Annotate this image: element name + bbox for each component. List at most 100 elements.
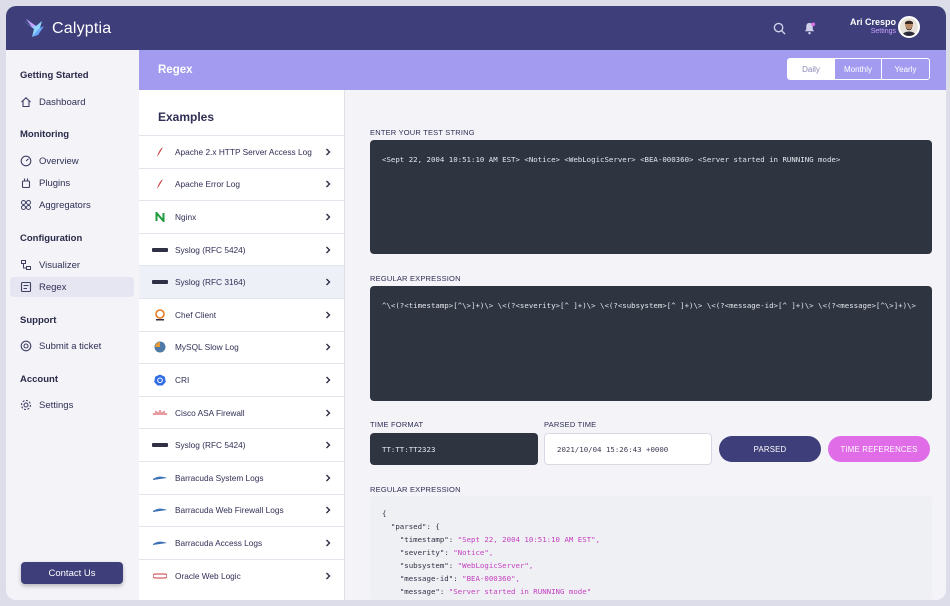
barracuda-icon bbox=[152, 536, 168, 550]
chevron-right-icon bbox=[326, 278, 331, 286]
example-label: MySQL Slow Log bbox=[175, 342, 239, 353]
test-string-label: ENTER YOUR TEST STRING bbox=[370, 128, 475, 137]
home-icon bbox=[21, 97, 31, 108]
example-item-chef-client[interactable]: Chef Client bbox=[139, 297, 344, 331]
json-key: "severity" bbox=[399, 548, 445, 557]
bell-icon[interactable] bbox=[800, 19, 818, 37]
test-string-input[interactable]: <Sept 22, 2004 10:51:10 AM EST> <Notice>… bbox=[370, 140, 932, 254]
app-name: Calyptia bbox=[52, 20, 112, 37]
chevron-right-icon bbox=[326, 506, 331, 514]
example-label: Syslog (RFC 5424) bbox=[175, 440, 246, 451]
examples-list: Apache 2.x HTTP Server Access Log Apache… bbox=[139, 135, 344, 591]
user-menu[interactable]: Ari Crespo Settings bbox=[850, 17, 896, 35]
contact-us-button[interactable]: Contact Us bbox=[21, 562, 123, 584]
bird-logo-icon bbox=[22, 19, 44, 37]
period-yearly-button[interactable]: Yearly bbox=[882, 59, 929, 79]
chevron-right-icon bbox=[326, 148, 331, 156]
sidebar-item-plugins[interactable]: Plugins bbox=[10, 173, 134, 193]
logo[interactable]: Calyptia bbox=[20, 16, 111, 42]
syslog-icon bbox=[152, 243, 168, 257]
cisco-icon bbox=[152, 406, 168, 420]
chevron-right-icon bbox=[326, 180, 331, 188]
plugin-icon bbox=[21, 178, 31, 189]
example-item-syslog-5424-b[interactable]: Syslog (RFC 5424) bbox=[139, 428, 344, 461]
sidebar-item-regex[interactable]: Regex bbox=[10, 277, 134, 297]
barracuda-icon bbox=[152, 503, 168, 517]
example-item-apache-access[interactable]: Apache 2.x HTTP Server Access Log bbox=[139, 135, 344, 168]
chevron-right-icon bbox=[326, 311, 331, 319]
avatar[interactable] bbox=[898, 16, 920, 38]
sidebar-item-label: Visualizer bbox=[39, 259, 81, 271]
apache-feather-icon bbox=[152, 177, 168, 191]
example-label: Oracle Web Logic bbox=[175, 570, 241, 581]
parsed-time-label: PARSED TIME bbox=[544, 420, 597, 429]
parsed-output: { "parsed": { "timestamp": "Sept 22, 200… bbox=[370, 496, 932, 600]
sidebar-item-submit-ticket[interactable]: Submit a ticket bbox=[10, 336, 134, 356]
sidebar-item-aggregators[interactable]: Aggregators bbox=[10, 195, 134, 215]
example-item-apache-error[interactable]: Apache Error Log bbox=[139, 167, 344, 201]
example-item-nginx[interactable]: Nginx bbox=[139, 200, 344, 233]
chevron-right-icon bbox=[326, 213, 331, 221]
top-bar: Calyptia Ari Crespo Settings bbox=[6, 6, 946, 50]
period-daily-button[interactable]: Daily bbox=[788, 59, 835, 79]
sidebar-item-label: Settings bbox=[39, 399, 74, 411]
grid-icon bbox=[21, 200, 31, 210]
lifebuoy-icon bbox=[20, 340, 32, 352]
syslog-icon bbox=[152, 275, 168, 289]
json-value: "WebLogicServer", bbox=[457, 561, 534, 570]
sidebar-item-label: Plugins bbox=[39, 177, 71, 189]
period-monthly-button[interactable]: Monthly bbox=[835, 59, 882, 79]
regex-icon bbox=[20, 281, 32, 293]
example-label: CRI bbox=[175, 374, 190, 385]
json-key: "message" bbox=[399, 587, 440, 596]
section-monitoring: Monitoring bbox=[20, 129, 70, 140]
sidebar-item-label: Submit a ticket bbox=[39, 340, 102, 352]
regex-input[interactable]: ^\<(?<timestamp>[^\>]+)\> \<(?<severity>… bbox=[370, 286, 932, 401]
user-settings-link[interactable]: Settings bbox=[850, 28, 896, 35]
page-title: Regex bbox=[158, 64, 193, 76]
example-item-oracle-web-logic[interactable]: Oracle Web Logic bbox=[139, 558, 344, 592]
example-item-barracuda-system[interactable]: Barracuda System Logs bbox=[139, 460, 344, 494]
example-item-syslog-5424[interactable]: Syslog (RFC 5424) bbox=[139, 232, 344, 266]
chevron-right-icon bbox=[326, 376, 331, 384]
example-item-barracuda-waf[interactable]: Barracuda Web Firewall Logs bbox=[139, 493, 344, 527]
example-label: Syslog (RFC 5424) bbox=[175, 244, 246, 255]
visualizer-icon bbox=[21, 260, 31, 270]
json-value: "Sept 22, 2004 10:51:10 AM EST", bbox=[457, 535, 601, 544]
sidebar-item-dashboard[interactable]: Dashboard bbox=[10, 92, 134, 112]
nginx-icon bbox=[152, 210, 168, 224]
parsed-button[interactable]: PARSED bbox=[719, 436, 821, 462]
chevron-right-icon bbox=[326, 409, 331, 417]
time-format-input[interactable]: TT:TT:TT2323 bbox=[370, 433, 538, 465]
regex-workspace: ENTER YOUR TEST STRING <Sept 22, 2004 10… bbox=[346, 90, 946, 600]
search-icon[interactable] bbox=[770, 19, 788, 37]
sidebar-item-visualizer[interactable]: Visualizer bbox=[10, 255, 134, 275]
sidebar-item-label: Overview bbox=[39, 155, 79, 167]
example-label: Barracuda Access Logs bbox=[175, 537, 263, 548]
user-name: Ari Crespo bbox=[849, 17, 896, 27]
output-label: REGULAR EXPRESSION bbox=[370, 485, 461, 494]
chef-icon bbox=[152, 308, 168, 322]
example-item-mysql-slow-log[interactable]: MySQL Slow Log bbox=[139, 330, 344, 364]
example-item-cri[interactable]: CRI bbox=[139, 363, 344, 396]
example-label: Nginx bbox=[175, 211, 197, 222]
section-getting-started: Getting Started bbox=[20, 70, 89, 81]
kubernetes-icon bbox=[152, 373, 168, 387]
example-item-barracuda-access[interactable]: Barracuda Access Logs bbox=[139, 526, 344, 559]
json-key: "timestamp" bbox=[399, 535, 449, 544]
time-references-button[interactable]: TIME REFERENCES bbox=[828, 436, 930, 462]
barracuda-icon bbox=[152, 471, 168, 485]
parsed-time-field: 2021/10/04 15:26:43 +0000 bbox=[544, 433, 712, 465]
mysql-icon bbox=[152, 340, 168, 354]
sidebar: Getting Started Dashboard Monitoring Ove… bbox=[6, 50, 139, 600]
example-label: Apache Error Log bbox=[175, 179, 241, 190]
example-item-syslog-3164[interactable]: Syslog (RFC 3164) bbox=[139, 265, 344, 298]
example-item-cisco-asa[interactable]: Cisco ASA Firewall bbox=[139, 395, 344, 429]
json-key: "message-id" bbox=[399, 574, 454, 583]
example-label: Chef Client bbox=[175, 309, 217, 320]
sidebar-item-overview[interactable]: Overview bbox=[10, 151, 134, 171]
example-label: Barracuda System Logs bbox=[175, 472, 264, 483]
sidebar-item-settings[interactable]: Settings bbox=[10, 395, 134, 415]
period-selector: Daily Monthly Yearly bbox=[787, 58, 930, 80]
example-label: Cisco ASA Firewall bbox=[175, 407, 245, 418]
